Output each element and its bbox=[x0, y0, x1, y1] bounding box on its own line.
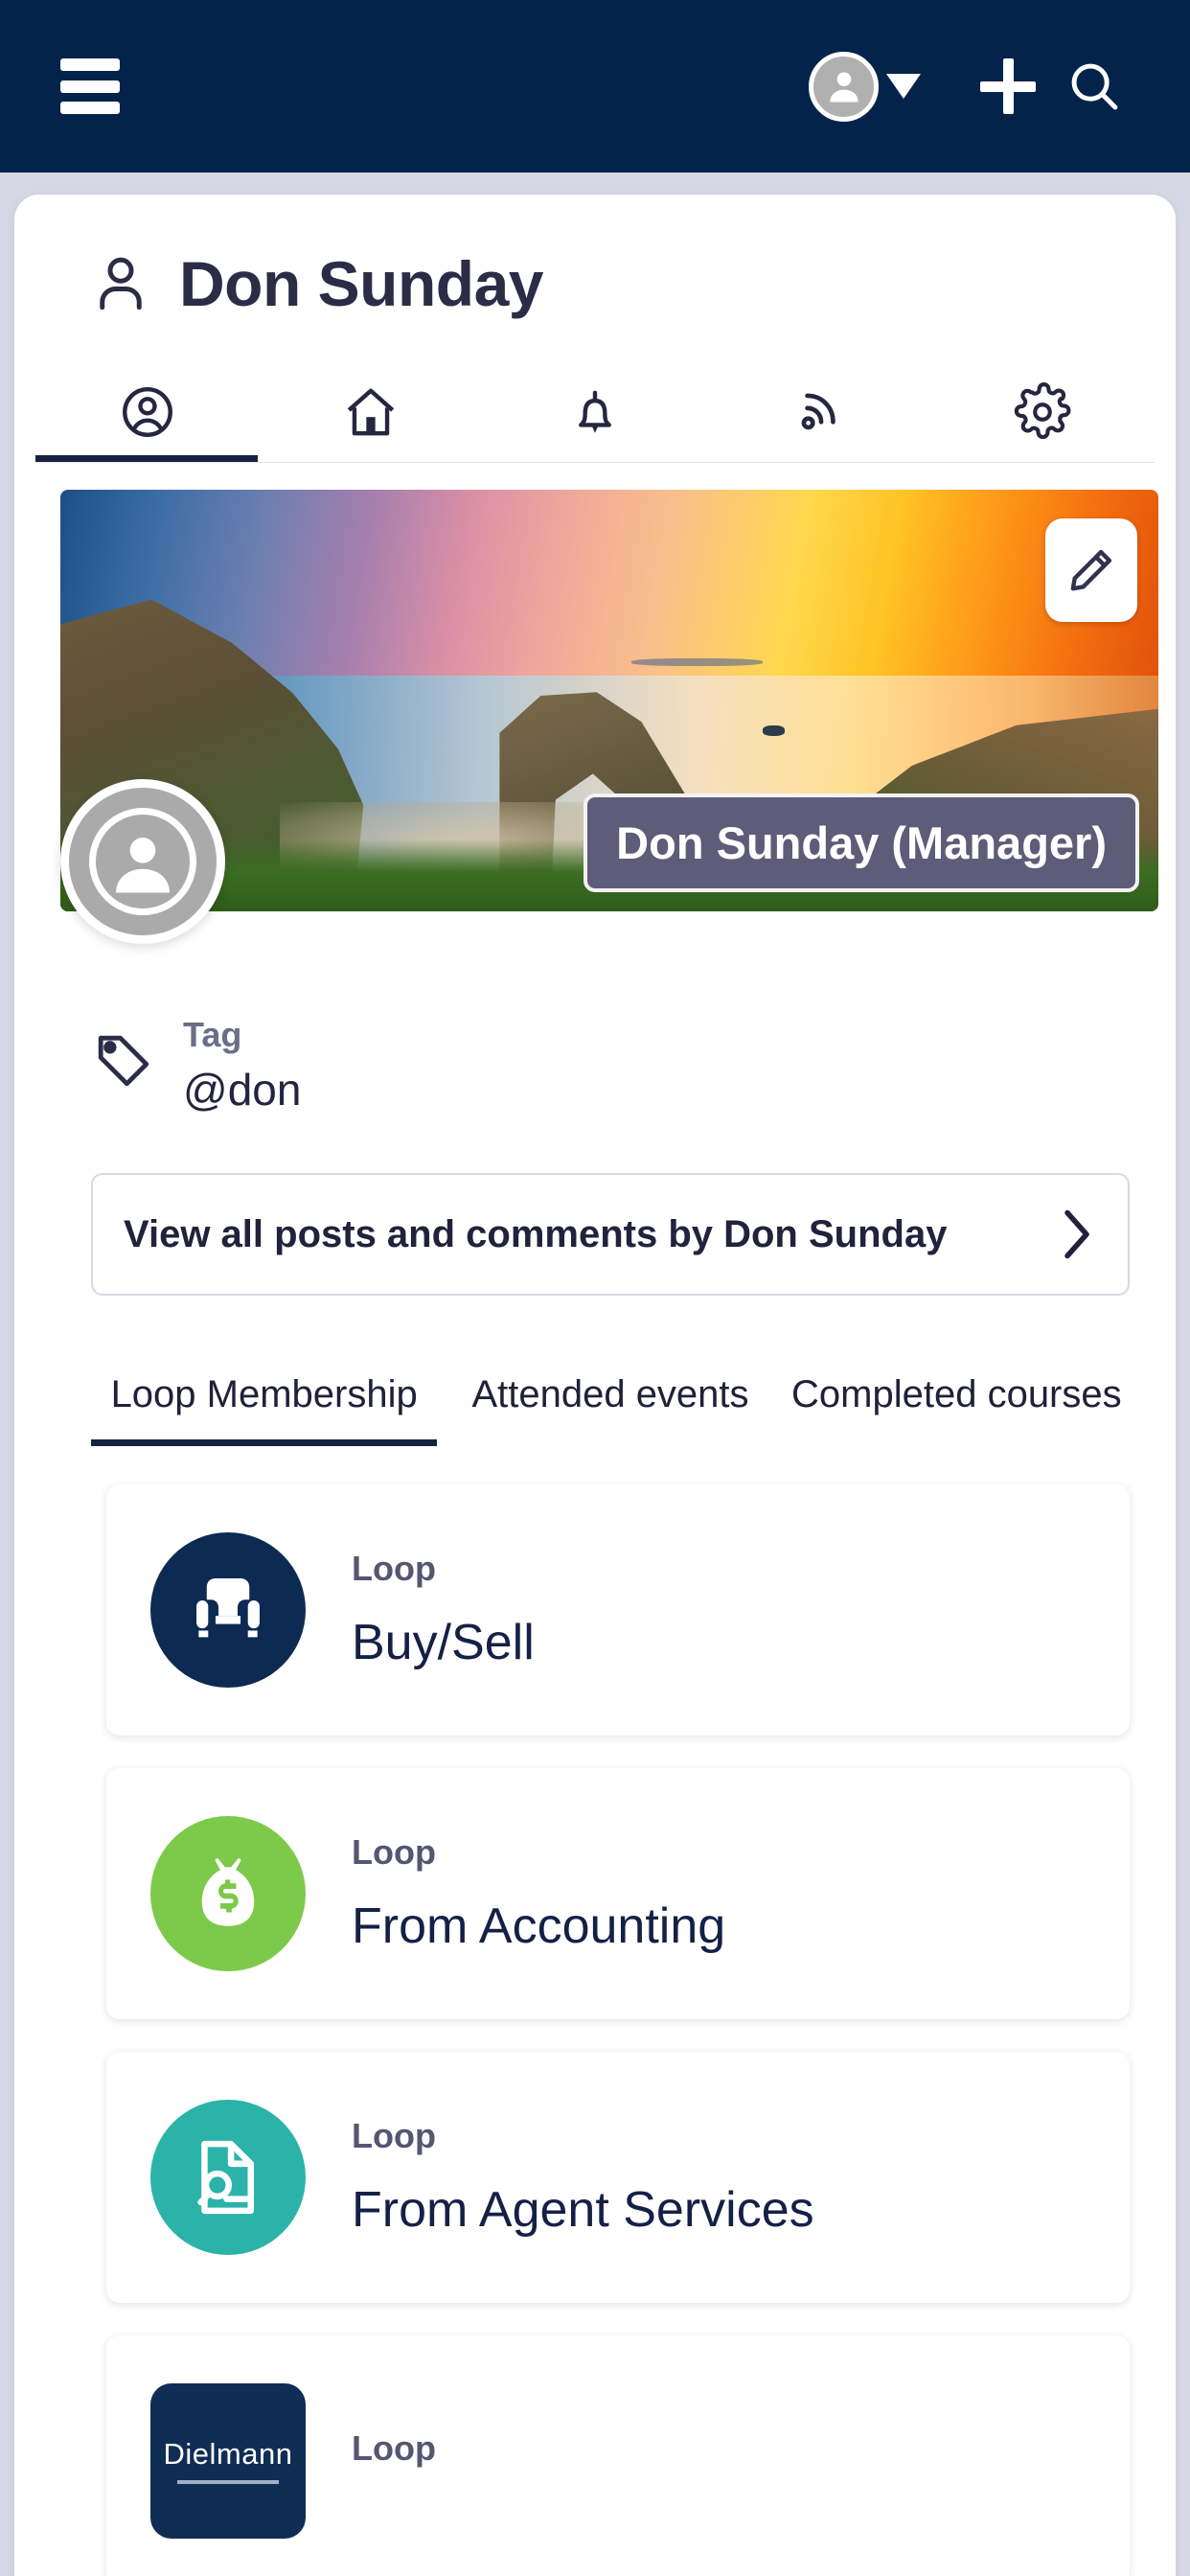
tag-icon bbox=[98, 1035, 149, 1087]
account-avatar-icon[interactable] bbox=[809, 51, 879, 122]
search-button[interactable] bbox=[1051, 57, 1137, 116]
add-button[interactable] bbox=[965, 58, 1051, 114]
avatar[interactable] bbox=[60, 779, 225, 944]
person-icon bbox=[100, 257, 142, 310]
tab-home[interactable] bbox=[260, 362, 484, 462]
dielmann-logo: Dielmann bbox=[163, 2437, 293, 2485]
tab-attended-events[interactable]: Attended events bbox=[437, 1370, 783, 1446]
loop-kind-label: Loop bbox=[352, 2428, 436, 2469]
tab-loop-membership[interactable]: Loop Membership bbox=[91, 1370, 438, 1447]
loop-kind-label: Loop bbox=[352, 1832, 436, 1873]
person-silhouette-icon bbox=[116, 837, 170, 893]
tab-settings[interactable] bbox=[930, 362, 1155, 462]
loop-meta: Loop Buy/Sell bbox=[352, 1549, 535, 1671]
plus-icon bbox=[980, 58, 1036, 114]
home-icon bbox=[348, 388, 395, 436]
loop-name: From Agent Services bbox=[352, 2182, 814, 2239]
bell-icon bbox=[579, 390, 611, 433]
chevron-right-icon bbox=[1064, 1210, 1089, 1259]
tag-texts: Tag @don bbox=[183, 1015, 301, 1116]
icon-tab-bar bbox=[14, 362, 1176, 462]
content-tab-bar: Loop Membership Attended events Complete… bbox=[14, 1370, 1176, 1447]
money-bag-icon bbox=[201, 1858, 255, 1927]
tab-profile[interactable] bbox=[35, 362, 260, 462]
loop-avatar: Dielmann bbox=[150, 2383, 306, 2540]
list-item[interactable]: Dielmann Loop bbox=[106, 2335, 1130, 2576]
loop-avatar bbox=[150, 2100, 306, 2256]
cover-photo: Don Sunday (Manager) bbox=[60, 490, 1158, 911]
tab-feed[interactable] bbox=[707, 362, 931, 462]
tag-section: Tag @don bbox=[91, 1015, 1176, 1116]
list-item[interactable]: Loop Buy/Sell bbox=[106, 1484, 1130, 1736]
tab-divider bbox=[35, 462, 1155, 463]
profile-banner-section: Don Sunday (Manager) bbox=[60, 490, 1158, 944]
list-item[interactable]: Loop From Agent Services bbox=[106, 2052, 1130, 2304]
loop-avatar bbox=[150, 1816, 306, 1972]
rss-feed-icon bbox=[801, 393, 835, 430]
search-icon bbox=[1071, 63, 1118, 110]
loop-membership-list: Loop Buy/Sell Loop From Accounting Loop … bbox=[106, 1484, 1130, 2576]
hamburger-menu-icon[interactable] bbox=[60, 58, 120, 114]
page-title: Don Sunday bbox=[14, 195, 1176, 320]
list-item[interactable]: Loop From Accounting bbox=[106, 1768, 1130, 2020]
profile-card: Don Sunday Don Sunday (Manager) Tag @don… bbox=[14, 195, 1176, 2576]
profile-circle-icon bbox=[122, 387, 172, 437]
loop-kind-label: Loop bbox=[352, 1549, 436, 1589]
profile-name-badge: Don Sunday (Manager) bbox=[584, 794, 1139, 892]
pencil-icon bbox=[1070, 549, 1112, 591]
tag-label: Tag bbox=[183, 1015, 242, 1054]
hamburger-bar bbox=[60, 80, 120, 93]
profile-name-heading: Don Sunday bbox=[179, 248, 544, 319]
app-screen: Don Sunday Don Sunday (Manager) Tag @don… bbox=[0, 0, 1190, 2576]
document-search-icon bbox=[197, 2141, 255, 2215]
gear-icon bbox=[1015, 382, 1071, 440]
top-navbar bbox=[0, 0, 1190, 172]
edit-cover-button[interactable] bbox=[1045, 518, 1137, 622]
avatar-ring bbox=[89, 808, 196, 915]
armchair-icon bbox=[196, 1578, 260, 1638]
loop-meta: Loop From Accounting bbox=[352, 1832, 725, 1955]
tag-value: @don bbox=[183, 1065, 302, 1116]
loop-meta: Loop From Agent Services bbox=[352, 2116, 814, 2239]
cover-boat bbox=[763, 725, 786, 736]
hamburger-bar bbox=[60, 58, 120, 71]
cover-island bbox=[630, 658, 764, 666]
navbar-actions bbox=[809, 51, 1190, 122]
loop-meta: Loop bbox=[352, 2428, 436, 2494]
hamburger-bar bbox=[60, 102, 120, 114]
loop-name: From Accounting bbox=[352, 1898, 726, 1955]
dielmann-logo-rule bbox=[176, 2480, 280, 2485]
account-menu-button[interactable] bbox=[809, 51, 921, 122]
view-all-posts-button[interactable]: View all posts and comments by Don Sunda… bbox=[91, 1173, 1130, 1297]
active-tab-indicator bbox=[35, 455, 258, 462]
loop-kind-label: Loop bbox=[352, 2116, 436, 2156]
tab-notifications[interactable] bbox=[483, 362, 707, 462]
loop-avatar bbox=[150, 1532, 306, 1689]
view-all-label: View all posts and comments by Don Sunda… bbox=[124, 1212, 948, 1255]
chevron-down-icon[interactable] bbox=[886, 74, 921, 99]
tab-completed-courses[interactable]: Completed courses bbox=[784, 1370, 1130, 1446]
dielmann-logo-text: Dielmann bbox=[163, 2437, 293, 2472]
loop-name: Buy/Sell bbox=[352, 1615, 535, 1671]
